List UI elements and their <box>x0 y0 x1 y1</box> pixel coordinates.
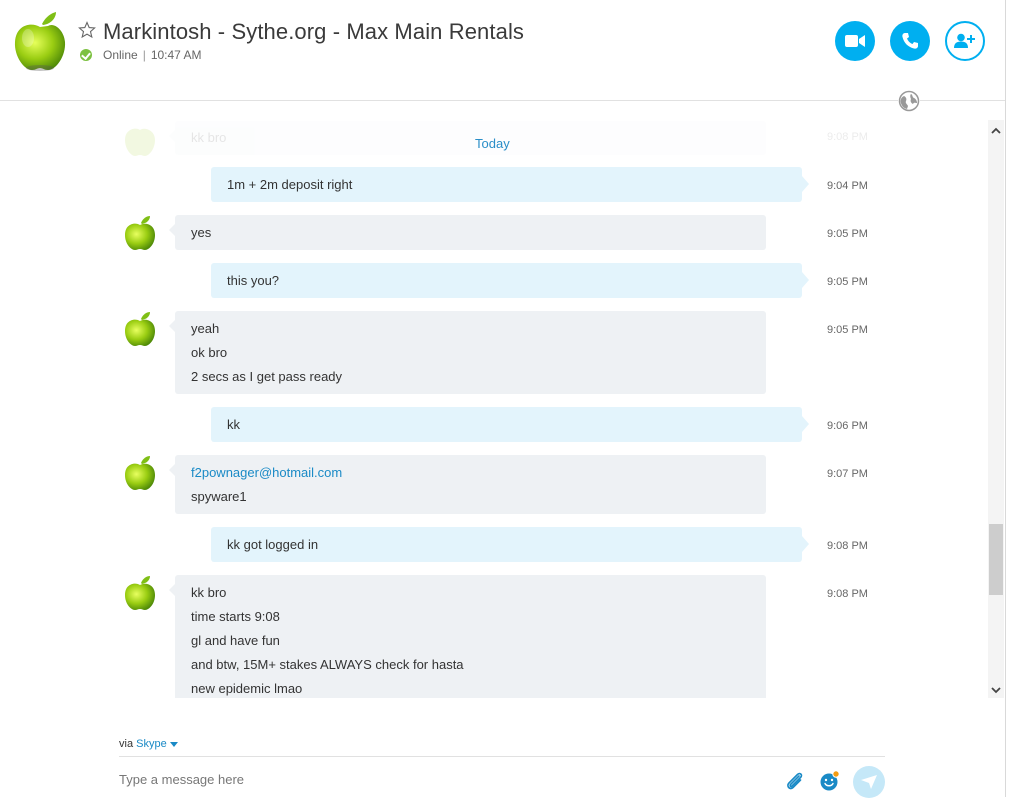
message-time: 9:08 PM <box>827 588 868 600</box>
ghost-message-text: kk bro <box>191 130 227 145</box>
message-time: 9:05 PM <box>827 324 868 336</box>
message-bubble-ghost: kk bro <box>169 121 766 155</box>
message-text: new epidemic lmao <box>191 681 303 696</box>
audio-call-button[interactable] <box>890 21 930 61</box>
contact-avatar[interactable] <box>12 10 68 72</box>
message-bubble-outgoing[interactable]: kk <box>211 407 809 442</box>
video-call-button[interactable] <box>835 21 875 61</box>
message-text: kk <box>227 417 240 432</box>
message-text: kk bro <box>191 585 227 600</box>
message-time: 9:05 PM <box>827 228 868 240</box>
scrollbar-track[interactable] <box>988 120 1004 698</box>
send-icon <box>861 775 877 789</box>
message-time: 9:06 PM <box>827 420 868 432</box>
status-separator: | <box>142 48 146 62</box>
status-label: Online <box>103 48 138 62</box>
message-text: kk got logged in <box>227 537 319 552</box>
conversation-title: Markintosh - Sythe.org - Max Main Rental… <box>103 19 525 44</box>
message-text: this you? <box>227 273 280 288</box>
contact-avatar-small <box>125 128 155 156</box>
message-text: and btw, 15M+ stakes ALWAYS check for ha… <box>191 657 464 672</box>
compose-divider <box>119 756 885 757</box>
via-label: via <box>119 738 134 750</box>
status-online-icon <box>80 49 92 61</box>
add-participant-button[interactable] <box>945 21 985 61</box>
send-button[interactable] <box>853 766 885 798</box>
phone-icon <box>902 33 918 49</box>
message-time: 9:07 PM <box>827 468 868 480</box>
message-time: 9:08 PM <box>827 540 868 552</box>
message-input[interactable] <box>119 772 759 787</box>
message-bubble-incoming[interactable]: yeah ok bro 2 secs as I get pass ready <box>169 311 766 394</box>
message-text: time starts 9:08 <box>191 609 280 624</box>
contact-avatar-small[interactable] <box>123 215 157 251</box>
message-time: 9:04 PM <box>827 180 868 192</box>
scroll-up-button[interactable] <box>988 122 1004 138</box>
message-time: 9:05 PM <box>827 276 868 288</box>
video-call-icon <box>845 35 865 47</box>
attach-icon[interactable] <box>784 770 806 792</box>
chevron-down-icon <box>169 742 178 747</box>
skype-window: Markintosh - Sythe.org - Max Main Rental… <box>0 0 1006 798</box>
emoji-icon[interactable] <box>819 770 841 792</box>
scroll-up-icon <box>991 127 1001 134</box>
favorite-star-icon[interactable] <box>78 21 96 39</box>
scroll-down-button[interactable] <box>988 682 1004 698</box>
add-contact-icon <box>954 33 975 48</box>
contact-avatar-small[interactable] <box>123 311 157 347</box>
conversation-header: Markintosh - Sythe.org - Max Main Rental… <box>0 0 1005 100</box>
message-text: yes <box>191 225 212 240</box>
service-selector[interactable]: Skype <box>136 738 178 750</box>
message-bubble-outgoing[interactable]: 1m + 2m deposit right <box>211 167 809 202</box>
message-text: ok bro <box>191 345 228 360</box>
message-bubble-incoming[interactable]: kk bro time starts 9:08 gl and have fun … <box>169 575 766 698</box>
scroll-down-icon <box>991 686 1001 693</box>
message-text: gl and have fun <box>191 633 280 648</box>
message-text: yeah <box>191 321 220 336</box>
email-link[interactable]: f2pownager@hotmail.com <box>191 465 342 480</box>
message-list[interactable]: kk bro 9:08 PM Today 1m + 2m deposit rig… <box>0 101 1005 698</box>
local-time: 10:47 AM <box>150 48 202 62</box>
service-name: Skype <box>136 738 167 750</box>
message-bubble-incoming[interactable]: f2pownager@hotmail.com spyware1 <box>169 455 766 514</box>
message-text: spyware1 <box>191 489 247 504</box>
contact-avatar-small[interactable] <box>123 455 157 491</box>
message-bubble-incoming[interactable]: yes <box>169 215 766 250</box>
ghost-message-time: 9:08 PM <box>827 131 868 143</box>
message-bubble-outgoing[interactable]: kk got logged in <box>211 527 809 562</box>
message-text: 1m + 2m deposit right <box>227 177 353 192</box>
date-divider: Today <box>475 136 510 151</box>
via-service: via Skype <box>119 738 178 750</box>
window-edge <box>1005 0 1006 797</box>
scrollbar-thumb[interactable] <box>989 524 1003 595</box>
contact-avatar-small[interactable] <box>123 575 157 611</box>
message-text: 2 secs as I get pass ready <box>191 369 343 384</box>
message-bubble-outgoing[interactable]: this you? <box>211 263 809 298</box>
contact-status: Online | 10:47 AM <box>103 48 202 62</box>
